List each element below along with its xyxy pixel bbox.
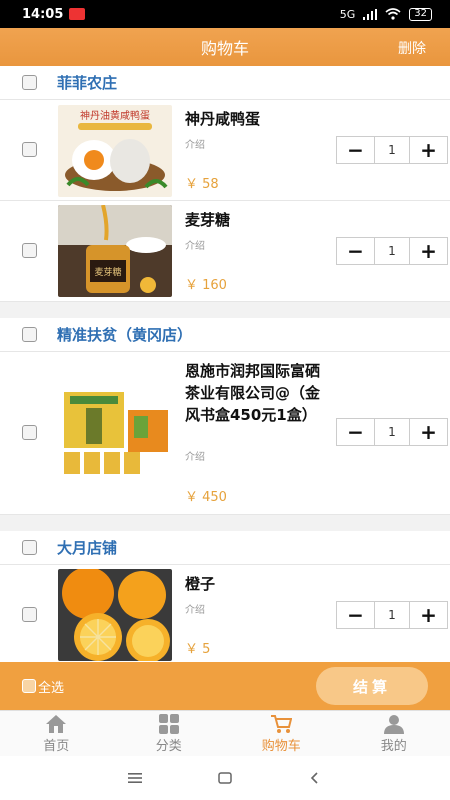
battery-icon: 32	[409, 7, 432, 21]
tab-cart[interactable]: 购物车	[225, 711, 338, 756]
quantity-value[interactable]: 1	[374, 419, 410, 445]
decrease-button[interactable]: −	[337, 419, 374, 445]
item-name[interactable]: 神丹咸鸭蛋	[185, 108, 325, 130]
item-name[interactable]: 橙子	[185, 573, 325, 595]
status-bar: 14:05 5G 32	[0, 0, 450, 28]
store-name[interactable]: 大月店铺	[57, 537, 117, 558]
home-nav-icon[interactable]	[218, 772, 232, 784]
profile-icon	[383, 714, 404, 734]
signal-icon	[363, 8, 378, 20]
quantity-value[interactable]: 1	[374, 137, 410, 163]
item-price: ￥ 58	[185, 177, 219, 192]
home-icon	[46, 714, 67, 733]
cart-list[interactable]: 菲菲农庄 神丹油黄咸鸭蛋 神丹咸鸭蛋 介绍 ￥ 58 − 1 + 麦芽糖 麦芽糖…	[0, 66, 450, 662]
item-price: ￥ 450	[185, 490, 227, 505]
cart-item: 恩施市润邦国际富硒茶业有限公司@（金风书盒450元1盒） 介绍 ￥ 450 − …	[0, 352, 450, 515]
cart-item: 神丹油黄咸鸭蛋 神丹咸鸭蛋 介绍 ￥ 58 − 1 +	[0, 100, 450, 201]
status-time: 14:05	[22, 6, 64, 22]
tab-label: 首页	[43, 738, 70, 754]
quantity-value[interactable]: 1	[374, 238, 410, 264]
increase-button[interactable]: +	[410, 137, 447, 163]
item-desc: 介绍	[185, 140, 205, 151]
increase-button[interactable]: +	[410, 419, 447, 445]
store-header: 大月店铺	[0, 531, 450, 565]
quantity-stepper: − 1 +	[336, 418, 448, 446]
item-checkbox[interactable]	[22, 142, 37, 157]
maltose-jar-image[interactable]: 麦芽糖	[58, 205, 172, 297]
svg-text:麦芽糖: 麦芽糖	[94, 266, 121, 278]
category-icon	[158, 713, 179, 734]
quantity-stepper: − 1 +	[336, 237, 448, 265]
bottom-tab-bar: 首页 分类 购物车 我的	[0, 710, 450, 756]
quantity-value[interactable]: 1	[374, 602, 410, 628]
quantity-stepper: − 1 +	[336, 601, 448, 629]
tab-profile[interactable]: 我的	[338, 711, 450, 756]
store-header: 精准扶贫（黄冈店）	[0, 318, 450, 352]
system-nav-bar	[0, 756, 450, 800]
network-label: 5G	[339, 7, 356, 21]
svg-text:神丹油黄咸鸭蛋: 神丹油黄咸鸭蛋	[80, 109, 150, 122]
notification-app-icon	[69, 8, 86, 20]
wifi-icon	[385, 8, 401, 20]
increase-button[interactable]: +	[410, 602, 447, 628]
item-checkbox[interactable]	[22, 425, 37, 440]
item-desc: 介绍	[185, 241, 205, 252]
select-all-checkbox[interactable]	[22, 679, 36, 693]
increase-button[interactable]: +	[410, 238, 447, 264]
decrease-button[interactable]: −	[337, 602, 374, 628]
app-header: 购物车 删除	[0, 28, 450, 66]
tab-home[interactable]: 首页	[0, 711, 113, 756]
store-section: 大月店铺 橙子 介绍 ￥ 5 − 1 +	[0, 531, 450, 662]
store-name[interactable]: 精准扶贫（黄冈店）	[57, 324, 192, 345]
orange-fruit-image[interactable]	[58, 569, 172, 661]
tab-label: 分类	[155, 738, 182, 754]
tab-label: 我的	[380, 738, 407, 754]
store-checkbox[interactable]	[22, 540, 37, 555]
delete-button[interactable]: 删除	[398, 38, 426, 58]
store-section: 菲菲农庄 神丹油黄咸鸭蛋 神丹咸鸭蛋 介绍 ￥ 58 − 1 + 麦芽糖 麦芽糖…	[0, 66, 450, 302]
store-name[interactable]: 菲菲农庄	[57, 72, 117, 93]
item-name[interactable]: 麦芽糖	[185, 209, 325, 231]
item-price: ￥ 160	[185, 278, 227, 293]
back-icon[interactable]	[308, 772, 322, 784]
item-desc: 介绍	[185, 452, 205, 463]
checkout-button[interactable]: 结算	[316, 667, 428, 705]
tea-gift-box-image[interactable]	[58, 386, 172, 478]
decrease-button[interactable]: −	[337, 238, 374, 264]
store-checkbox[interactable]	[22, 327, 37, 342]
item-checkbox[interactable]	[22, 607, 37, 622]
decrease-button[interactable]: −	[337, 137, 374, 163]
item-name[interactable]: 恩施市润邦国际富硒茶业有限公司@（金风书盒450元1盒）	[185, 360, 325, 426]
tab-label: 购物车	[261, 738, 301, 754]
quantity-stepper: − 1 +	[336, 136, 448, 164]
store-header: 菲菲农庄	[0, 66, 450, 100]
item-price: ￥ 5	[185, 642, 211, 657]
select-all-label: 全选	[38, 680, 65, 696]
store-checkbox[interactable]	[22, 75, 37, 90]
cart-item: 麦芽糖 麦芽糖 介绍 ￥ 160 − 1 +	[0, 201, 450, 302]
select-all-toggle[interactable]: 全选	[22, 677, 64, 696]
store-section: 精准扶贫（黄冈店） 恩施市润邦国际富硒茶业有限公司@（金风书盒450元1盒） 介…	[0, 318, 450, 515]
cart-item: 橙子 介绍 ￥ 5 − 1 +	[0, 565, 450, 662]
page-title: 购物车	[200, 39, 249, 58]
cart-icon	[271, 714, 293, 733]
item-desc: 介绍	[185, 605, 205, 616]
tab-category[interactable]: 分类	[113, 711, 226, 756]
item-checkbox[interactable]	[22, 243, 37, 258]
salted-duck-egg-image[interactable]: 神丹油黄咸鸭蛋	[58, 105, 172, 197]
checkout-bar: 全选 结算	[0, 662, 450, 710]
menu-icon[interactable]	[128, 772, 142, 784]
